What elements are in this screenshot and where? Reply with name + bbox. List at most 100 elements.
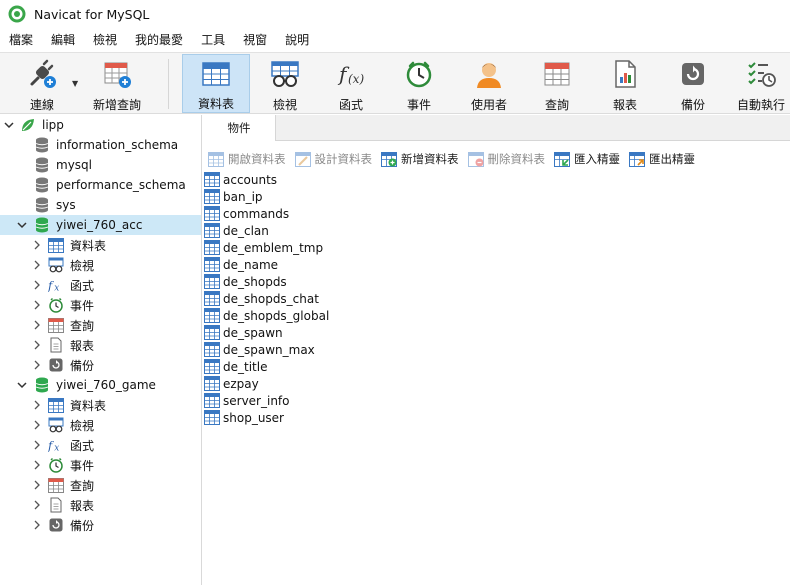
tree-item-label: 函式 xyxy=(70,278,95,293)
menu-window[interactable]: 視窗 xyxy=(234,28,276,52)
tree-item-reports[interactable]: 報表 xyxy=(0,335,201,355)
menu-tools[interactable]: 工具 xyxy=(192,28,234,52)
tree-item-functions[interactable]: fx 函式 xyxy=(0,435,201,455)
chevron-right-icon[interactable] xyxy=(32,320,42,330)
tree-item-label: 事件 xyxy=(70,298,95,313)
reports-label: 報表 xyxy=(612,98,637,112)
tree-database-row[interactable]: sys xyxy=(0,195,201,215)
reports-button[interactable]: 報表 xyxy=(598,54,652,113)
tree-item-queries[interactable]: 查詢 xyxy=(0,315,201,335)
design-table-button[interactable]: 設計資料表 xyxy=(290,149,377,169)
table-item[interactable]: server_info xyxy=(204,392,504,409)
tab-objects[interactable]: 物件 xyxy=(203,115,276,141)
table-item[interactable]: de_shopds xyxy=(204,273,504,290)
tree-item-views[interactable]: 檢視 xyxy=(0,415,201,435)
table-item[interactable]: de_shopds_global xyxy=(204,307,504,324)
tree-item-tables[interactable]: 資料表 xyxy=(0,235,201,255)
svg-text:x: x xyxy=(54,443,59,453)
tree-item-events[interactable]: 事件 xyxy=(0,295,201,315)
database-label: information_schema xyxy=(56,138,179,152)
events-button[interactable]: 事件 xyxy=(392,54,446,113)
backup-icon xyxy=(48,357,64,373)
table-item[interactable]: commands xyxy=(204,205,504,222)
tree-item-label: 事件 xyxy=(70,458,95,473)
tables-button[interactable]: 資料表 xyxy=(182,54,250,113)
chevron-right-icon[interactable] xyxy=(32,340,42,350)
menu-help[interactable]: 說明 xyxy=(276,28,318,52)
window-title: Navicat for MySQL xyxy=(34,6,150,22)
tree-item-backup[interactable]: 備份 xyxy=(0,515,201,535)
table-item[interactable]: shop_user xyxy=(204,409,504,426)
table-grid-icon xyxy=(204,308,220,323)
backup-button[interactable]: 備份 xyxy=(666,54,720,113)
chevron-right-icon[interactable] xyxy=(32,420,42,430)
export-wizard-button[interactable]: 匯出精靈 xyxy=(624,149,699,169)
open-table-button[interactable]: 開啟資料表 xyxy=(203,149,290,169)
table-item[interactable]: de_title xyxy=(204,358,504,375)
delete-table-label: 刪除資料表 xyxy=(487,152,546,166)
chevron-right-icon[interactable] xyxy=(32,360,42,370)
import-wizard-button[interactable]: 匯入精靈 xyxy=(549,149,624,169)
new-query-button[interactable]: 新增查詢 xyxy=(88,54,146,113)
tree-item-reports[interactable]: 報表 xyxy=(0,495,201,515)
tree-database-row[interactable]: yiwei_760_game xyxy=(0,375,201,395)
tree-database-row[interactable]: information_schema xyxy=(0,135,201,155)
chevron-down-icon[interactable] xyxy=(4,120,14,130)
table-item[interactable]: accounts xyxy=(204,171,504,188)
menu-view[interactable]: 檢視 xyxy=(84,28,126,52)
table-item[interactable]: de_name xyxy=(204,256,504,273)
views-button[interactable]: 檢視 xyxy=(258,54,312,113)
tree-item-label: 查詢 xyxy=(70,318,95,333)
chevron-right-icon[interactable] xyxy=(32,520,42,530)
functions-button[interactable]: f (x) 函式 xyxy=(324,54,378,113)
table-grid-icon xyxy=(204,189,220,204)
chevron-right-icon[interactable] xyxy=(32,300,42,310)
users-button[interactable]: 使用者 xyxy=(462,54,516,113)
table-item[interactable]: de_spawn xyxy=(204,324,504,341)
chevron-right-icon[interactable] xyxy=(32,460,42,470)
tree-database-row[interactable]: performance_schema xyxy=(0,175,201,195)
tree-database-row[interactable]: mysql xyxy=(0,155,201,175)
table-item[interactable]: ezpay xyxy=(204,375,504,392)
users-label: 使用者 xyxy=(470,98,507,112)
tree-item-functions[interactable]: fx 函式 xyxy=(0,275,201,295)
tree-item-backup[interactable]: 備份 xyxy=(0,355,201,375)
menu-favorites[interactable]: 我的最愛 xyxy=(126,28,192,52)
tree-item-label: 資料表 xyxy=(70,238,107,253)
menu-file[interactable]: 檔案 xyxy=(0,28,42,52)
table-grid-icon xyxy=(204,359,220,374)
chevron-down-icon[interactable] xyxy=(17,220,27,230)
chevron-down-icon[interactable] xyxy=(17,380,27,390)
chevron-right-icon[interactable] xyxy=(32,400,42,410)
tree-item-views[interactable]: 檢視 xyxy=(0,255,201,275)
automation-button[interactable]: 自動執行 xyxy=(732,54,790,113)
open-table-icon xyxy=(208,151,224,167)
table-item[interactable]: ban_ip xyxy=(204,188,504,205)
table-item[interactable]: de_shopds_chat xyxy=(204,290,504,307)
table-item[interactable]: de_spawn_max xyxy=(204,341,504,358)
chevron-right-icon[interactable] xyxy=(32,500,42,510)
tree-item-queries[interactable]: 查詢 xyxy=(0,475,201,495)
tree-connection-lipp[interactable]: lipp xyxy=(0,115,201,135)
content-pane: 物件 開啟資料表 設計資料表 新增資料表 刪除資料表 匯入精靈 匯出精靈 acc… xyxy=(203,115,790,585)
tree-database-row-selected[interactable]: yiwei_760_acc xyxy=(0,215,201,235)
connection-button[interactable]: 連線 xyxy=(14,54,70,113)
new-table-button[interactable]: 新增資料表 xyxy=(376,149,463,169)
chevron-right-icon[interactable] xyxy=(32,240,42,250)
delete-table-button[interactable]: 刪除資料表 xyxy=(463,149,550,169)
chevron-right-icon[interactable] xyxy=(32,260,42,270)
database-label: mysql xyxy=(56,158,92,172)
chevron-right-icon[interactable] xyxy=(32,440,42,450)
table-grid-icon xyxy=(200,59,232,89)
chevron-right-icon[interactable] xyxy=(32,280,42,290)
table-name: de_emblem_tmp xyxy=(223,240,324,255)
tree-item-events[interactable]: 事件 xyxy=(0,455,201,475)
tree-item-tables[interactable]: 資料表 xyxy=(0,395,201,415)
menu-edit[interactable]: 編輯 xyxy=(42,28,84,52)
chevron-right-icon[interactable] xyxy=(32,480,42,490)
menu-bar: 檔案 編輯 檢視 我的最愛 工具 視窗 說明 xyxy=(0,28,790,52)
connection-dropdown-icon[interactable]: ▼ xyxy=(72,79,78,88)
queries-button[interactable]: 查詢 xyxy=(530,54,584,113)
table-item[interactable]: de_clan xyxy=(204,222,504,239)
table-item[interactable]: de_emblem_tmp xyxy=(204,239,504,256)
